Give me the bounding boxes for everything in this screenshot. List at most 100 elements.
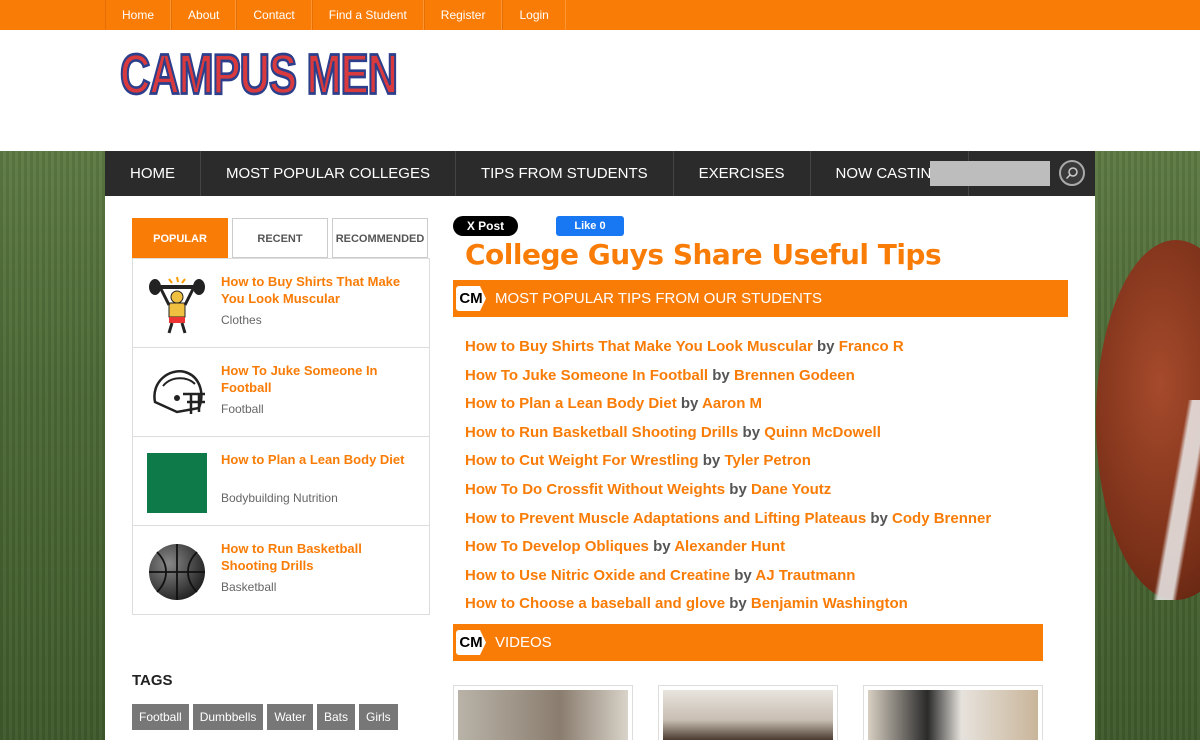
- weightlifter-icon: [149, 276, 205, 334]
- top-nav: Home About Contact Find a Student Regist…: [105, 0, 566, 30]
- popular-item-title[interactable]: How to Buy Shirts That Make You Look Mus…: [221, 273, 421, 307]
- tag-girls[interactable]: Girls: [358, 704, 398, 730]
- topnav-find-student[interactable]: Find a Student: [311, 0, 424, 30]
- topnav-about[interactable]: About: [171, 0, 237, 30]
- logo-text: CAMPUS MEN: [119, 41, 399, 107]
- tags-list: Football Dumbbells Water Bats Girls: [132, 704, 432, 734]
- popular-item-category: Basketball: [221, 580, 277, 594]
- author-link[interactable]: AJ Trautmann: [755, 567, 855, 584]
- popular-list: How to Buy Shirts That Make You Look Mus…: [132, 258, 430, 615]
- tips-section-heading: CM MOST POPULAR TIPS FROM OUR STUDENTS: [453, 280, 1068, 317]
- video-thumbnail[interactable]: [453, 685, 633, 740]
- by-label: by: [729, 595, 747, 613]
- by-label: by: [870, 509, 888, 527]
- tab-popular[interactable]: POPULAR: [132, 218, 228, 258]
- video-image: [458, 690, 628, 740]
- football-helmet-icon: [153, 370, 205, 414]
- popular-item-category: Bodybuilding Nutrition: [221, 491, 338, 505]
- tab-recommended[interactable]: RECOMMENDED: [332, 218, 428, 258]
- list-item: How to Choose a baseball and glove by Be…: [465, 593, 991, 622]
- x-post-button[interactable]: X Post: [453, 216, 518, 236]
- cm-badge-icon: CM: [456, 286, 486, 311]
- tip-link[interactable]: How to Buy Shirts That Make You Look Mus…: [465, 338, 813, 355]
- tips-heading-label: MOST POPULAR TIPS FROM OUR STUDENTS: [495, 290, 822, 307]
- page-title: College Guys Share Useful Tips: [465, 238, 942, 271]
- by-label: by: [680, 395, 699, 413]
- tag-water[interactable]: Water: [267, 704, 313, 730]
- author-link[interactable]: Aaron M: [702, 395, 762, 412]
- popular-item-category: Football: [221, 402, 264, 416]
- tip-link[interactable]: How To Develop Obliques: [465, 538, 649, 555]
- list-item: How to Buy Shirts That Make You Look Mus…: [465, 336, 991, 365]
- nav-tips-from-students[interactable]: TIPS FROM STUDENTS: [456, 151, 674, 196]
- by-label: by: [734, 566, 752, 584]
- videos-section-heading: CM VIDEOS: [453, 624, 1043, 661]
- list-item: How To Juke Someone In Football by Brenn…: [465, 365, 991, 394]
- list-item: How to Prevent Muscle Adaptations and Li…: [465, 508, 991, 537]
- nav-home[interactable]: HOME: [105, 151, 201, 196]
- popular-item-category: Clothes: [221, 313, 262, 327]
- video-list: [453, 685, 1068, 740]
- nav-exercises[interactable]: EXERCISES: [674, 151, 811, 196]
- list-item: How to Use Nitric Oxide and Creatine by …: [465, 565, 991, 594]
- search-button[interactable]: [1059, 160, 1085, 186]
- author-link[interactable]: Alexander Hunt: [674, 538, 785, 555]
- list-item: How to Plan a Lean Body Diet by Aaron M: [465, 393, 991, 422]
- author-link[interactable]: Franco R: [839, 338, 904, 355]
- topnav-contact[interactable]: Contact: [236, 0, 312, 30]
- author-link[interactable]: Quinn McDowell: [764, 424, 881, 441]
- video-image: [868, 690, 1038, 740]
- sidebar-tabs: POPULAR RECENT RECOMMENDED: [132, 218, 428, 258]
- search-input[interactable]: [930, 161, 1050, 186]
- author-link[interactable]: Cody Brenner: [892, 510, 991, 527]
- cm-badge-icon: CM: [456, 630, 486, 655]
- tip-link[interactable]: How to Use Nitric Oxide and Creatine: [465, 567, 730, 584]
- site-logo[interactable]: CAMPUS MEN: [119, 41, 399, 107]
- topnav-home[interactable]: Home: [105, 0, 172, 30]
- main-nav: HOME MOST POPULAR COLLEGES TIPS FROM STU…: [105, 151, 1095, 196]
- popular-item-title[interactable]: How to Plan a Lean Body Diet: [221, 451, 421, 468]
- tip-link[interactable]: How To Do Crossfit Without Weights: [465, 481, 725, 498]
- list-item: How To Develop Obliques by Alexander Hun…: [465, 536, 991, 565]
- tip-link[interactable]: How to Prevent Muscle Adaptations and Li…: [465, 510, 866, 527]
- author-link[interactable]: Tyler Petron: [724, 452, 810, 469]
- tips-list: How to Buy Shirts That Make You Look Mus…: [465, 336, 991, 622]
- top-bar: Home About Contact Find a Student Regist…: [0, 0, 1200, 30]
- popular-item-title[interactable]: How to Run Basketball Shooting Drills: [221, 540, 421, 574]
- videos-heading-label: VIDEOS: [495, 634, 552, 651]
- video-image: [663, 690, 833, 740]
- list-item: How to Cut Weight For Wrestling by Tyler…: [465, 450, 991, 479]
- popular-item-title[interactable]: How To Juke Someone In Football: [221, 362, 421, 396]
- author-link[interactable]: Dane Youtz: [751, 481, 831, 498]
- by-label: by: [742, 423, 761, 441]
- tags-heading: TAGS: [132, 672, 173, 689]
- tip-link[interactable]: How to Plan a Lean Body Diet: [465, 395, 677, 412]
- tag-football[interactable]: Football: [132, 704, 189, 730]
- facebook-like-button[interactable]: Like 0: [556, 216, 624, 236]
- nav-most-popular-colleges[interactable]: MOST POPULAR COLLEGES: [201, 151, 456, 196]
- tip-link[interactable]: How To Juke Someone In Football: [465, 367, 708, 384]
- list-item: How to Run Basketball Shooting Drills by…: [465, 422, 991, 451]
- tag-bats[interactable]: Bats: [316, 704, 355, 730]
- video-thumbnail[interactable]: [863, 685, 1043, 740]
- content-panel: POPULAR RECENT RECOMMENDED How to Buy Sh…: [105, 196, 1095, 740]
- by-label: by: [702, 452, 721, 470]
- video-thumbnail[interactable]: [658, 685, 838, 740]
- list-item: How to Buy Shirts That Make You Look Mus…: [133, 259, 429, 348]
- green-square-icon: [147, 453, 207, 513]
- list-item: How To Do Crossfit Without Weights by Da…: [465, 479, 991, 508]
- topnav-login[interactable]: Login: [502, 0, 566, 30]
- by-label: by: [712, 366, 730, 384]
- tip-link[interactable]: How to Choose a baseball and glove: [465, 595, 725, 612]
- list-item: How to Plan a Lean Body Diet Bodybuildin…: [133, 437, 429, 526]
- tip-link[interactable]: How to Run Basketball Shooting Drills: [465, 424, 738, 441]
- tip-link[interactable]: How to Cut Weight For Wrestling: [465, 452, 699, 469]
- by-label: by: [729, 480, 747, 498]
- basketball-icon: [149, 544, 205, 600]
- list-item: How To Juke Someone In Football Football: [133, 348, 429, 437]
- tag-dumbbells[interactable]: Dumbbells: [192, 704, 264, 730]
- author-link[interactable]: Benjamin Washington: [751, 595, 908, 612]
- tab-recent[interactable]: RECENT: [232, 218, 328, 258]
- author-link[interactable]: Brennen Godeen: [734, 367, 855, 384]
- topnav-register[interactable]: Register: [423, 0, 503, 30]
